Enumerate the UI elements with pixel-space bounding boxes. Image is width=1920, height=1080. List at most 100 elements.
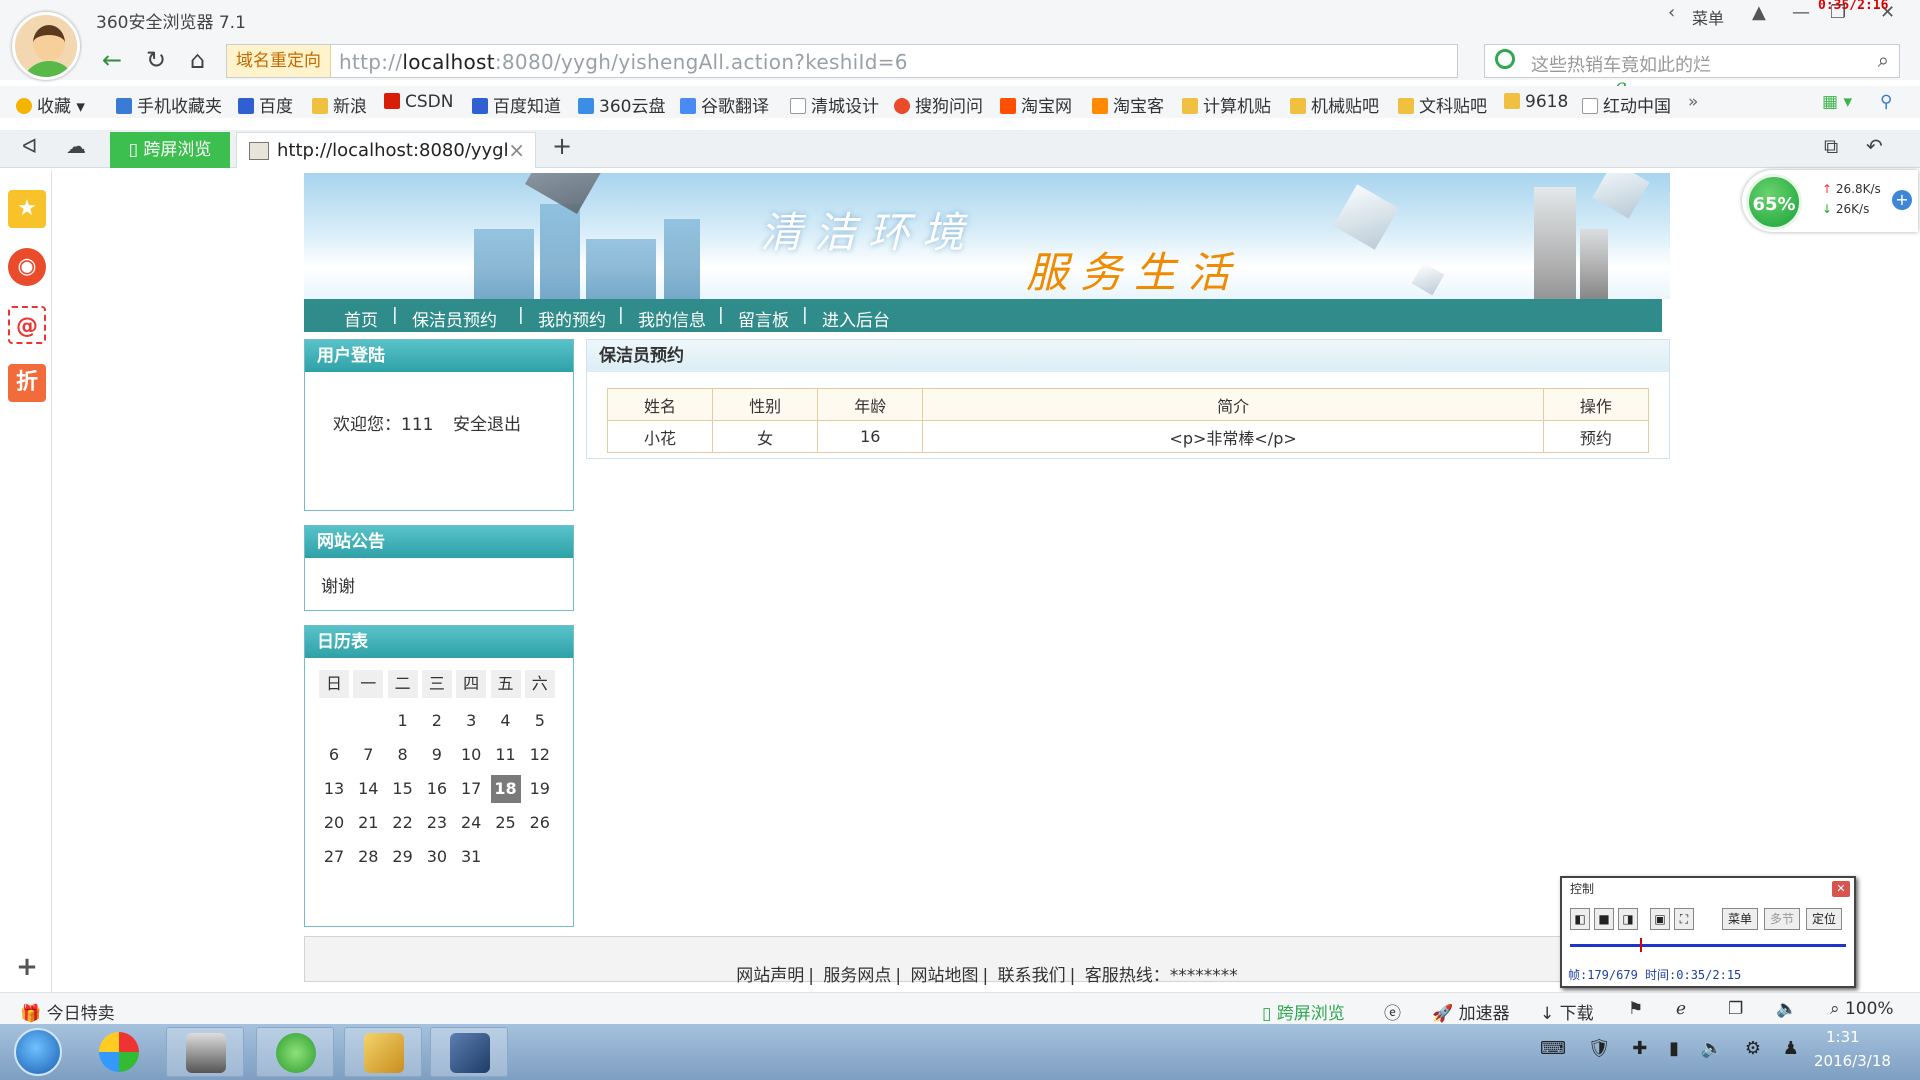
calendar-day[interactable]: 2: [422, 707, 452, 735]
calendar-day[interactable]: 11: [491, 741, 521, 769]
calendar-day[interactable]: 22: [388, 809, 418, 837]
nav-cleaner-booking[interactable]: 保洁员预约: [412, 306, 497, 331]
calendar-day[interactable]: 3: [456, 707, 486, 735]
nav-my-bookings[interactable]: 我的预约: [538, 306, 606, 331]
favorites-star-icon[interactable]: ★: [8, 190, 46, 228]
playback-track[interactable]: [1570, 944, 1846, 947]
back-arrow-icon[interactable]: ←: [102, 46, 122, 74]
browser-menu-button[interactable]: 菜单: [1692, 5, 1724, 29]
bookmark-item[interactable]: 计算机贴: [1182, 92, 1271, 117]
bookmark-item[interactable]: 百度: [238, 92, 293, 117]
frame-back-icon[interactable]: ◧: [1570, 908, 1590, 930]
calendar-day[interactable]: 14: [353, 775, 383, 803]
calendar-day[interactable]: 17: [456, 775, 486, 803]
taskbar-app-tool[interactable]: [344, 1027, 422, 1077]
footer-link-contact[interactable]: 联系我们: [998, 966, 1066, 986]
locate-button[interactable]: 定位: [1806, 908, 1842, 930]
home-icon[interactable]: ⌂: [190, 46, 205, 74]
calendar-day[interactable]: 29: [388, 843, 418, 871]
calendar-day[interactable]: 13: [319, 775, 349, 803]
calendar-day[interactable]: 19: [525, 775, 555, 803]
calendar-day[interactable]: 6: [319, 741, 349, 769]
bookmark-item[interactable]: 9618: [1504, 92, 1568, 112]
bookmark-item[interactable]: 手机收藏夹: [116, 92, 222, 117]
stop-icon[interactable]: ■: [1594, 908, 1614, 930]
calendar-day[interactable]: 9: [422, 741, 452, 769]
back-small-icon[interactable]: ‹: [1668, 2, 1675, 23]
search-input[interactable]: 这些热销车竟如此的烂 ⌕: [1484, 44, 1900, 78]
bookmark-item[interactable]: 搜狗问问: [894, 92, 983, 117]
mail-icon[interactable]: @: [8, 306, 46, 344]
calendar-day[interactable]: 26: [525, 809, 555, 837]
calendar-today[interactable]: 18: [490, 775, 521, 803]
bookmark-item[interactable]: 收藏 ▾: [16, 92, 85, 117]
download-button[interactable]: ↓ 下载: [1540, 999, 1594, 1024]
nav-home[interactable]: 首页: [344, 306, 378, 331]
footer-link-statement[interactable]: 网站声明: [736, 966, 804, 986]
calendar-day[interactable]: 20: [319, 809, 349, 837]
calendar-day[interactable]: 27: [319, 843, 349, 871]
today-deals-link[interactable]: 🎁 今日特卖: [20, 999, 115, 1024]
close-icon[interactable]: ✕: [1832, 881, 1850, 897]
apps-grid-icon[interactable]: ▦ ▾: [1822, 92, 1852, 112]
cross-screen-status[interactable]: ▯ 跨屏浏览: [1262, 999, 1345, 1024]
search-engine-icon[interactable]: [1495, 49, 1515, 69]
calendar-day[interactable]: 10: [456, 741, 486, 769]
calendar-day[interactable]: 31: [456, 843, 486, 871]
fit-icon[interactable]: ▣: [1650, 908, 1670, 930]
control-menu-button[interactable]: 菜单: [1722, 908, 1758, 930]
bookmark-item[interactable]: 红动中国: [1582, 92, 1671, 117]
calendar-day[interactable]: 21: [353, 809, 383, 837]
new-tab-icon[interactable]: +: [552, 132, 572, 160]
multi-section-button[interactable]: 多节: [1764, 908, 1800, 930]
frame-forward-icon[interactable]: ◨: [1618, 908, 1638, 930]
calendar-day[interactable]: 15: [388, 775, 418, 803]
user-avatar[interactable]: [12, 12, 80, 80]
skin-icon[interactable]: ▲: [1752, 2, 1766, 23]
minimize-icon[interactable]: —: [1792, 2, 1810, 23]
undo-close-icon[interactable]: ↶: [1866, 134, 1883, 158]
fullscreen-icon[interactable]: ⛶: [1674, 908, 1694, 930]
bookmark-item[interactable]: 淘宝网: [1000, 92, 1072, 117]
taskbar-app-avatar[interactable]: [166, 1027, 244, 1077]
book-link[interactable]: 预约: [1542, 420, 1650, 453]
taskbar-app-editor[interactable]: [430, 1027, 508, 1077]
calendar-day[interactable]: 23: [422, 809, 452, 837]
logout-link[interactable]: 安全退出: [453, 410, 521, 435]
volume-icon[interactable]: 🔈: [1776, 999, 1797, 1019]
nav-my-info[interactable]: 我的信息: [638, 306, 706, 331]
window-list-icon[interactable]: ⧉: [1824, 134, 1838, 158]
sidebar-toggle-icon[interactable]: ᐊ: [22, 134, 37, 158]
redirect-badge[interactable]: 域名重定向: [227, 45, 331, 77]
bookmark-item[interactable]: 百度知道: [472, 92, 561, 117]
weibo-icon[interactable]: ◉: [8, 248, 46, 286]
footer-link-sitemap[interactable]: 网站地图: [911, 966, 979, 986]
calendar-day[interactable]: 1: [388, 707, 418, 735]
bookmark-item[interactable]: 谷歌翻译: [680, 92, 769, 117]
tab-cross-screen[interactable]: ▯ 跨屏浏览: [110, 132, 230, 168]
nav-message-board[interactable]: 留言板: [738, 306, 789, 331]
calendar-day[interactable]: 28: [353, 843, 383, 871]
tab-active[interactable]: http://localhost:8080/yygh/yi ×: [236, 132, 536, 168]
url-input[interactable]: 域名重定向 http://localhost:8080/yygh/yisheng…: [226, 44, 1632, 122]
taskbar-app-browser[interactable]: [256, 1027, 334, 1077]
browser-mode-icon[interactable]: ℯ: [1676, 999, 1686, 1019]
bookmark-item[interactable]: 文科贴吧: [1398, 92, 1487, 117]
tab-close-icon[interactable]: ×: [508, 138, 525, 162]
system-tray-icons[interactable]: ⌨ 🛡 ✚ ▮ 🔈 ⚙ ♟: [1540, 1038, 1807, 1059]
ie-mode-icon[interactable]: ⓔ: [1384, 999, 1401, 1024]
window-icon[interactable]: ❐: [1728, 999, 1743, 1019]
discount-icon[interactable]: 折: [8, 364, 46, 402]
calendar-day[interactable]: 8: [388, 741, 418, 769]
calendar-day[interactable]: 5: [525, 707, 555, 735]
zoom-tool-icon[interactable]: ⚲: [1880, 92, 1892, 112]
bookmark-item[interactable]: 清城设计: [790, 92, 879, 117]
bookmark-item[interactable]: 淘宝客: [1092, 92, 1164, 117]
calendar-day[interactable]: 16: [422, 775, 452, 803]
reload-icon[interactable]: ↻: [146, 46, 166, 74]
add-sidebar-icon[interactable]: +: [8, 948, 46, 986]
accelerator-button[interactable]: 🚀 加速器: [1432, 999, 1510, 1024]
flag-icon[interactable]: ⚑: [1628, 999, 1643, 1019]
bookmark-item[interactable]: 新浪: [312, 92, 367, 117]
calendar-day[interactable]: 25: [491, 809, 521, 837]
